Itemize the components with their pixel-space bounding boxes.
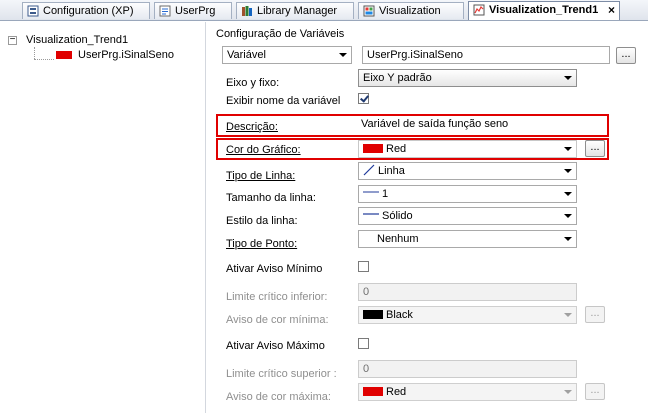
limite-inferior-input[interactable]: 0 <box>358 283 577 301</box>
descricao-input[interactable]: Variável de saída função seno <box>361 117 508 131</box>
variable-name-input[interactable]: UserPrg.iSinalSeno <box>362 46 610 64</box>
chevron-down-icon <box>564 147 572 151</box>
tab-userprg[interactable]: UserPrg <box>154 2 232 19</box>
chevron-down-icon <box>564 76 572 80</box>
color-swatch <box>363 387 383 396</box>
eixo-label: Eixo y fixo: <box>226 77 280 89</box>
trend-variable-tree: − Visualization_Trend1 UserPrg.iSinalSen… <box>0 22 205 413</box>
tipo-ponto-label: Tipo de Ponto: <box>226 238 298 250</box>
tree-item-userprg-isinalseno[interactable]: UserPrg.iSinalSeno <box>78 48 174 62</box>
tamanho-linha-select[interactable]: 1 <box>358 185 577 203</box>
series-color-swatch <box>56 51 72 59</box>
estilo-linha-select[interactable]: Sólido <box>358 207 577 225</box>
cor-grafico-label: Cor do Gráfico: <box>226 144 301 156</box>
chevron-down-icon <box>564 390 572 394</box>
cor-grafico-select[interactable]: Red <box>358 140 577 158</box>
program-icon <box>159 5 171 17</box>
panel-splitter[interactable] <box>205 22 206 413</box>
tipo-linha-label: Tipo de Linha: <box>226 170 296 182</box>
color-swatch <box>363 144 383 153</box>
aviso-cor-maxima-select[interactable]: Red <box>358 383 577 401</box>
tree-connector <box>34 47 36 59</box>
tree-collapse-toggle[interactable]: − <box>8 35 17 45</box>
aviso-cor-maxima-label: Aviso de cor máxima: <box>226 391 331 403</box>
aviso-cor-minima-select[interactable]: Black <box>358 306 577 324</box>
cor-grafico-browse-button[interactable]: ... <box>585 140 605 157</box>
chevron-down-icon <box>564 214 572 218</box>
limite-superior-input[interactable]: 0 <box>358 360 577 378</box>
configuration-icon <box>27 5 39 17</box>
line-style-icon <box>363 213 379 215</box>
eixo-y-select[interactable]: Eixo Y padrão <box>358 69 577 87</box>
variable-browse-button[interactable]: ... <box>616 47 636 64</box>
tab-library-manager[interactable]: Library Manager <box>236 2 354 19</box>
editor-tab-bar: Configuration (XP) UserPrg Library Manag… <box>0 0 648 21</box>
aviso-cor-minima-label: Aviso de cor mínima: <box>226 314 329 326</box>
variable-type-select[interactable]: Variável <box>222 46 352 64</box>
chevron-down-icon <box>564 313 572 317</box>
aviso-maximo-label: Ativar Aviso Máximo <box>226 340 325 352</box>
aviso-cor-maxima-browse-button[interactable]: ... <box>585 383 605 400</box>
aviso-minimo-label: Ativar Aviso Mínimo <box>226 263 323 275</box>
descricao-label: Descrição: <box>226 121 278 133</box>
exibir-nome-label: Exibir nome da variável <box>226 95 341 107</box>
tamanho-linha-label: Tamanho da linha: <box>226 192 316 204</box>
tipo-ponto-select[interactable]: Nenhum <box>358 230 577 248</box>
color-swatch <box>363 310 383 319</box>
tree-connector <box>34 59 54 61</box>
chevron-down-icon <box>564 192 572 196</box>
chevron-down-icon <box>564 237 572 241</box>
line-type-icon <box>363 164 375 176</box>
estilo-linha-label: Estilo da linha: <box>226 215 298 227</box>
aviso-minimo-checkbox[interactable] <box>358 261 369 272</box>
section-title: Configuração de Variáveis <box>216 28 345 40</box>
library-icon <box>242 6 252 16</box>
aviso-cor-minima-browse-button[interactable]: ... <box>585 306 605 323</box>
close-icon[interactable]: × <box>608 2 615 18</box>
tab-visualization-trend1[interactable]: Visualization_Trend1 × <box>468 1 620 20</box>
tab-visualization[interactable]: Visualization <box>358 2 464 19</box>
aviso-maximo-checkbox[interactable] <box>358 338 369 349</box>
visualization-icon <box>363 5 375 17</box>
exibir-nome-checkbox[interactable] <box>358 93 369 104</box>
line-width-icon <box>363 191 379 193</box>
tab-configuration[interactable]: Configuration (XP) <box>22 2 150 19</box>
tree-root-label[interactable]: Visualization_Trend1 <box>26 33 128 47</box>
trend-icon <box>473 4 485 16</box>
tipo-linha-select[interactable]: Linha <box>358 162 577 180</box>
chevron-down-icon <box>564 169 572 173</box>
chevron-down-icon <box>339 53 347 57</box>
limite-superior-label: Limite crítico superior : <box>226 368 337 380</box>
limite-inferior-label: Limite crítico inferior: <box>226 291 328 303</box>
